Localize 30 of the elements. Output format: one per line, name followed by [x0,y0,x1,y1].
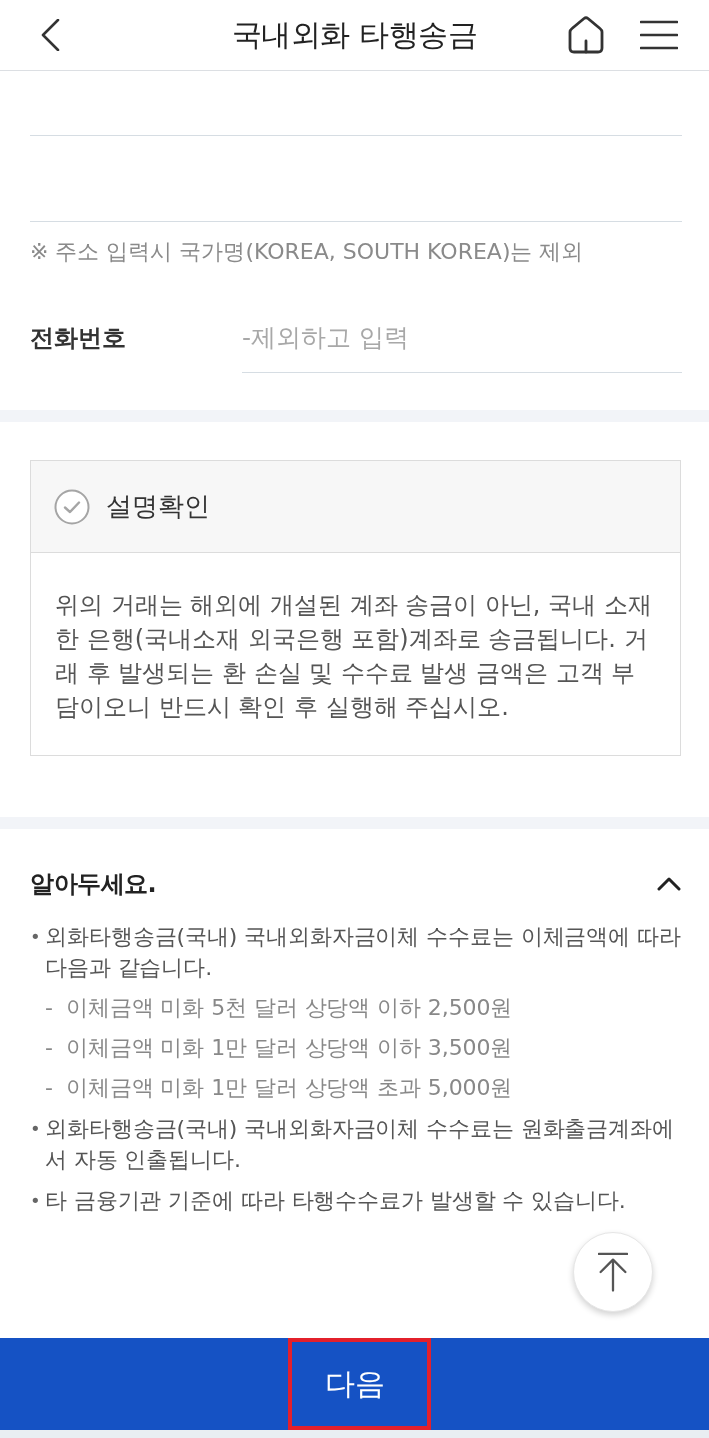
dash-marker: - [45,1074,54,1102]
menu-icon [640,20,678,50]
arrow-up-to-line-icon [598,1252,628,1292]
fee-text: 이체금액 미화 5천 달러 상당액 이하 2,500원 [66,994,513,1022]
next-button[interactable]: 다음 [0,1338,709,1430]
bullet-marker: • [30,1117,42,1141]
scroll-top-button[interactable] [573,1232,653,1312]
bullet-marker: • [30,1189,42,1213]
notice-text: 외화타행송금(국내) 국내외화자금이체 수수료는 원화출금계좌에서 자동 인출됩니다. [45,1115,675,1174]
dash-marker: - [45,1034,54,1062]
check-circle-icon[interactable] [54,488,90,525]
chevron-up-icon[interactable] [657,877,681,891]
back-button[interactable] [40,19,60,51]
dash-marker: - [45,994,54,1022]
notice-text: 외화타행송금(국내) 국내외화자금이체 수수료는 이체금액에 따라 다음과 같습니다. [45,923,682,982]
bullet-marker: • [30,925,42,949]
home-icon [566,16,606,54]
notice-text: 타 금융기관 기준에 따라 타행수수료가 발생할 수 있습니다. [45,1187,626,1215]
phone-field[interactable]: -제외하고 입력 [242,303,682,373]
confirmation-text: 위의 거래는 해외에 개설된 계좌 송금이 아닌, 국내 소재한 은행(국내소재 외국은행 포함)계좌로 송금됩니다. 거래 후 발생되는 환 손실 및 수수료 발생 금액은 고객 부담이오니 반드시 확인 후 실행해 주십시오. [54,590,653,723]
address-note: ※ 주소 입력시 국가명(KOREA, SOUTH KOREA)는 제외 [30,238,585,266]
chevron-left-icon [40,19,60,51]
notice-title: 알아두세요. [30,869,157,900]
page-title: 국내외화 타행송금 [231,15,477,54]
home-button[interactable] [566,16,606,54]
menu-button[interactable] [640,20,678,50]
fee-text: 이체금액 미화 1만 달러 상당액 이하 3,500원 [66,1034,513,1062]
fee-text: 이체금액 미화 1만 달러 상당액 초과 5,000원 [66,1074,513,1102]
phone-label: 전화번호 [30,323,127,354]
card-title: 설명확인 [106,490,210,523]
